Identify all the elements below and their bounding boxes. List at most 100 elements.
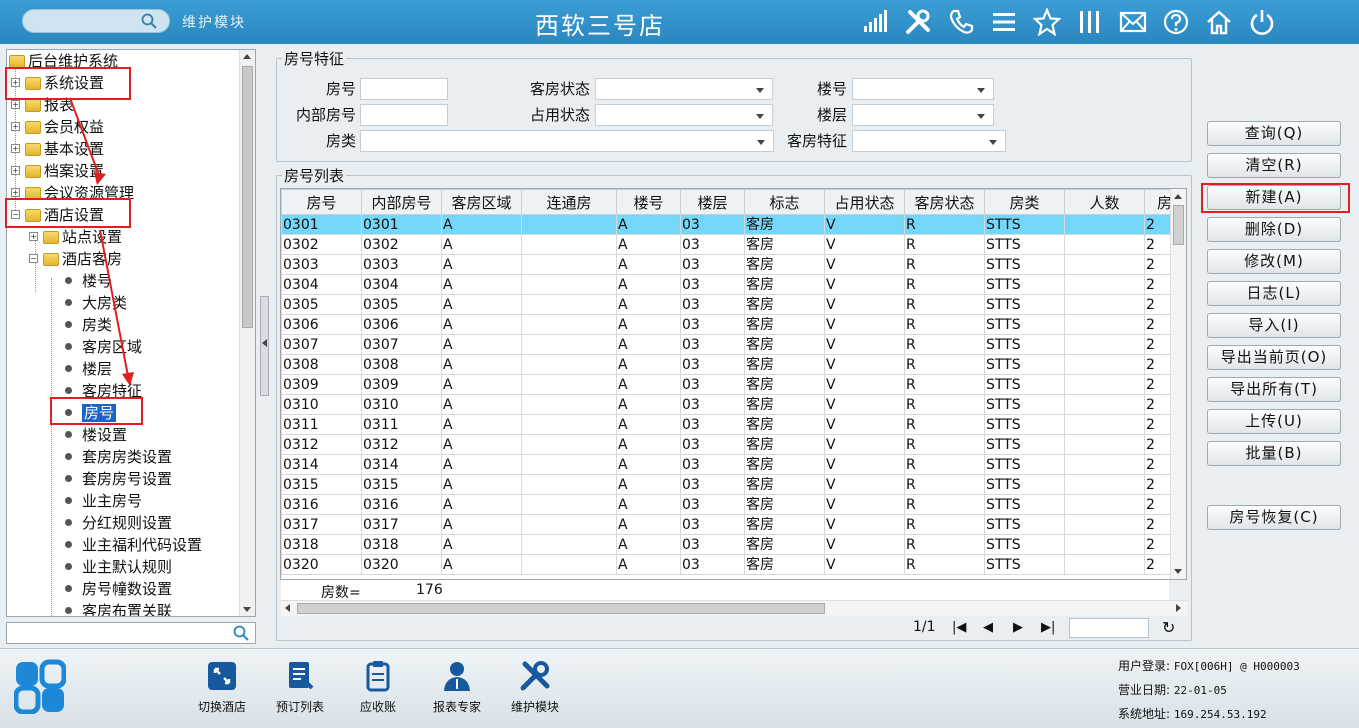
table-row[interactable]: 0302 0302 A A 03 客房 V R STTS 2 [281,234,1185,255]
tree-leaf[interactable]: 客房区域 [65,336,142,358]
table-row[interactable]: 0306 0306 A A 03 客房 V R STTS 2 [281,314,1185,335]
first-page-icon[interactable]: |◀ [952,620,966,635]
columns-icon[interactable] [1073,6,1107,38]
tree-leaf[interactable]: 房类 [65,314,112,336]
table-horizontal-scrollbar[interactable] [281,600,1187,616]
report-expert-button[interactable]: 报表专家 [422,660,492,715]
room-table[interactable]: 房号 内部房号 客房区域 连通房 楼号 楼层 标志 占用状态 客房状态 房类 人数房 0301 030… [280,188,1187,580]
column-header[interactable]: 标志 [744,189,825,215]
log-button[interactable]: 日志(L) [1207,281,1341,306]
delete-button[interactable]: 删除(D) [1207,217,1341,242]
tree-leaf[interactable]: 业主福利代码设置 [65,534,202,556]
top-search-input[interactable] [22,9,170,33]
maintenance-module-button[interactable]: 维护模块 [500,660,570,715]
search-icon[interactable] [233,625,249,641]
inner-no-input[interactable] [360,104,448,126]
room-status-select[interactable] [595,78,773,100]
mail-icon[interactable] [1116,6,1150,38]
tree-leaf[interactable]: 楼号 [65,270,112,292]
column-header[interactable]: 内部房号 [361,189,442,215]
tree-leaf[interactable]: 大房类 [65,292,127,314]
column-header[interactable]: 客房区域 [441,189,522,215]
room-feature-select[interactable] [852,130,1006,152]
next-page-icon[interactable]: ▶ [1013,620,1023,635]
power-icon[interactable] [1245,6,1279,38]
app-logo[interactable] [14,658,66,714]
navigation-tree[interactable]: 后台维护系统 + 系统设置 + 报表 + 会员权益 + 基本设置 + 档案设置 + 会议资源… [6,49,256,617]
tools-icon[interactable] [901,6,935,38]
occupy-status-select[interactable] [595,104,773,126]
menu-icon[interactable] [987,6,1021,38]
table-row[interactable]: 0311 0311 A A 03 客房 V R STTS 2 [281,414,1185,435]
search-icon[interactable] [141,13,157,29]
tree-node-member-rights[interactable]: + 会员权益 [11,116,104,138]
receivables-button[interactable]: 应收账 [343,660,413,715]
column-header[interactable]: 客房状态 [904,189,985,215]
table-row[interactable]: 0307 0307 A A 03 客房 V R STTS 2 [281,334,1185,355]
signal-icon[interactable] [858,6,892,38]
table-row[interactable]: 0318 0318 A A 03 客房 V R STTS 2 [281,534,1185,555]
table-row[interactable]: 0315 0315 A A 03 客房 V R STTS 2 [281,474,1185,495]
prev-page-icon[interactable]: ◀ [983,620,993,635]
table-row[interactable]: 0305 0305 A A 03 客房 V R STTS 2 [281,294,1185,315]
tree-leaf[interactable]: 楼设置 [65,424,127,446]
tree-leaf[interactable]: 套房房类设置 [65,446,172,468]
table-row[interactable]: 0316 0316 A A 03 客房 V R STTS 2 [281,494,1185,515]
column-header[interactable]: 连通房 [521,189,617,215]
star-icon[interactable] [1030,6,1064,38]
table-row[interactable]: 0301 0301 A A 03 客房 V R STTS 2 [281,214,1185,235]
table-row[interactable]: 0304 0304 A A 03 客房 V R STTS 2 [281,274,1185,295]
phone-icon[interactable] [944,6,978,38]
tree-scroll-thumb[interactable] [242,66,253,328]
column-header[interactable]: 房号 [281,189,362,215]
tree-leaf[interactable]: 房号幢数设置 [65,578,172,600]
floor-select[interactable] [852,104,994,126]
table-row[interactable]: 0314 0314 A A 03 客房 V R STTS 2 [281,454,1185,475]
table-row[interactable]: 0308 0308 A A 03 客房 V R STTS 2 [281,354,1185,375]
export-page-button[interactable]: 导出当前页(O) [1207,345,1341,370]
restore-room-button[interactable]: 房号恢复(C) [1207,505,1341,530]
export-all-button[interactable]: 导出所有(T) [1207,377,1341,402]
new-button[interactable]: 新建(A) [1207,185,1341,210]
modify-button[interactable]: 修改(M) [1207,249,1341,274]
reservation-list-button[interactable]: 预订列表 [265,660,335,715]
table-row[interactable]: 0309 0309 A A 03 客房 V R STTS 2 [281,374,1185,395]
table-vertical-scrollbar[interactable] [1170,189,1186,579]
table-row[interactable]: 0320 0320 A A 03 客房 V R STTS 2 [281,554,1185,575]
table-row[interactable]: 0303 0303 A A 03 客房 V R STTS 2 [281,254,1185,275]
last-page-icon[interactable]: ▶| [1041,620,1055,635]
import-button[interactable]: 导入(I) [1207,313,1341,338]
table-row[interactable]: 0312 0312 A A 03 客房 V R STTS 2 [281,434,1185,455]
page-jump-input[interactable] [1069,618,1149,638]
tree-leaf[interactable]: 套房房号设置 [65,468,172,490]
tree-node-basic-settings[interactable]: + 基本设置 [11,138,104,160]
column-header[interactable]: 楼层 [680,189,745,215]
query-button[interactable]: 查询(Q) [1207,121,1341,146]
tree-node-hotel-rooms[interactable]: − 酒店客房 [29,248,122,270]
tree-scrollbar[interactable] [239,50,255,616]
tree-leaf[interactable]: 客房布置关联 [65,600,172,616]
tree-leaf[interactable]: 业主默认规则 [65,556,172,578]
switch-hotel-button[interactable]: 切换酒店 [187,660,257,715]
help-icon[interactable] [1159,6,1193,38]
column-header[interactable]: 楼号 [616,189,681,215]
upload-button[interactable]: 上传(U) [1207,409,1341,434]
panel-splitter[interactable] [260,296,269,396]
room-no-input[interactable] [360,78,448,100]
column-header[interactable]: 人数 [1064,189,1145,215]
building-select[interactable] [852,78,994,100]
tree-search-input[interactable] [6,622,256,644]
tree-leaf[interactable]: 楼层 [65,358,112,380]
home-icon[interactable] [1202,6,1236,38]
tree-leaf[interactable]: 业主房号 [65,490,142,512]
batch-button[interactable]: 批量(B) [1207,441,1341,466]
clear-button[interactable]: 清空(R) [1207,153,1341,178]
tree-node-site-settings[interactable]: + 站点设置 [29,226,122,248]
column-header[interactable]: 占用状态 [824,189,905,215]
table-row[interactable]: 0317 0317 A A 03 客房 V R STTS 2 [281,514,1185,535]
refresh-icon[interactable]: ↻ [1162,618,1175,637]
tree-node-archive-settings[interactable]: + 档案设置 [11,160,104,182]
room-type-select[interactable] [360,130,774,152]
table-row[interactable]: 0310 0310 A A 03 客房 V R STTS 2 [281,394,1185,415]
tree-leaf[interactable]: 分红规则设置 [65,512,172,534]
